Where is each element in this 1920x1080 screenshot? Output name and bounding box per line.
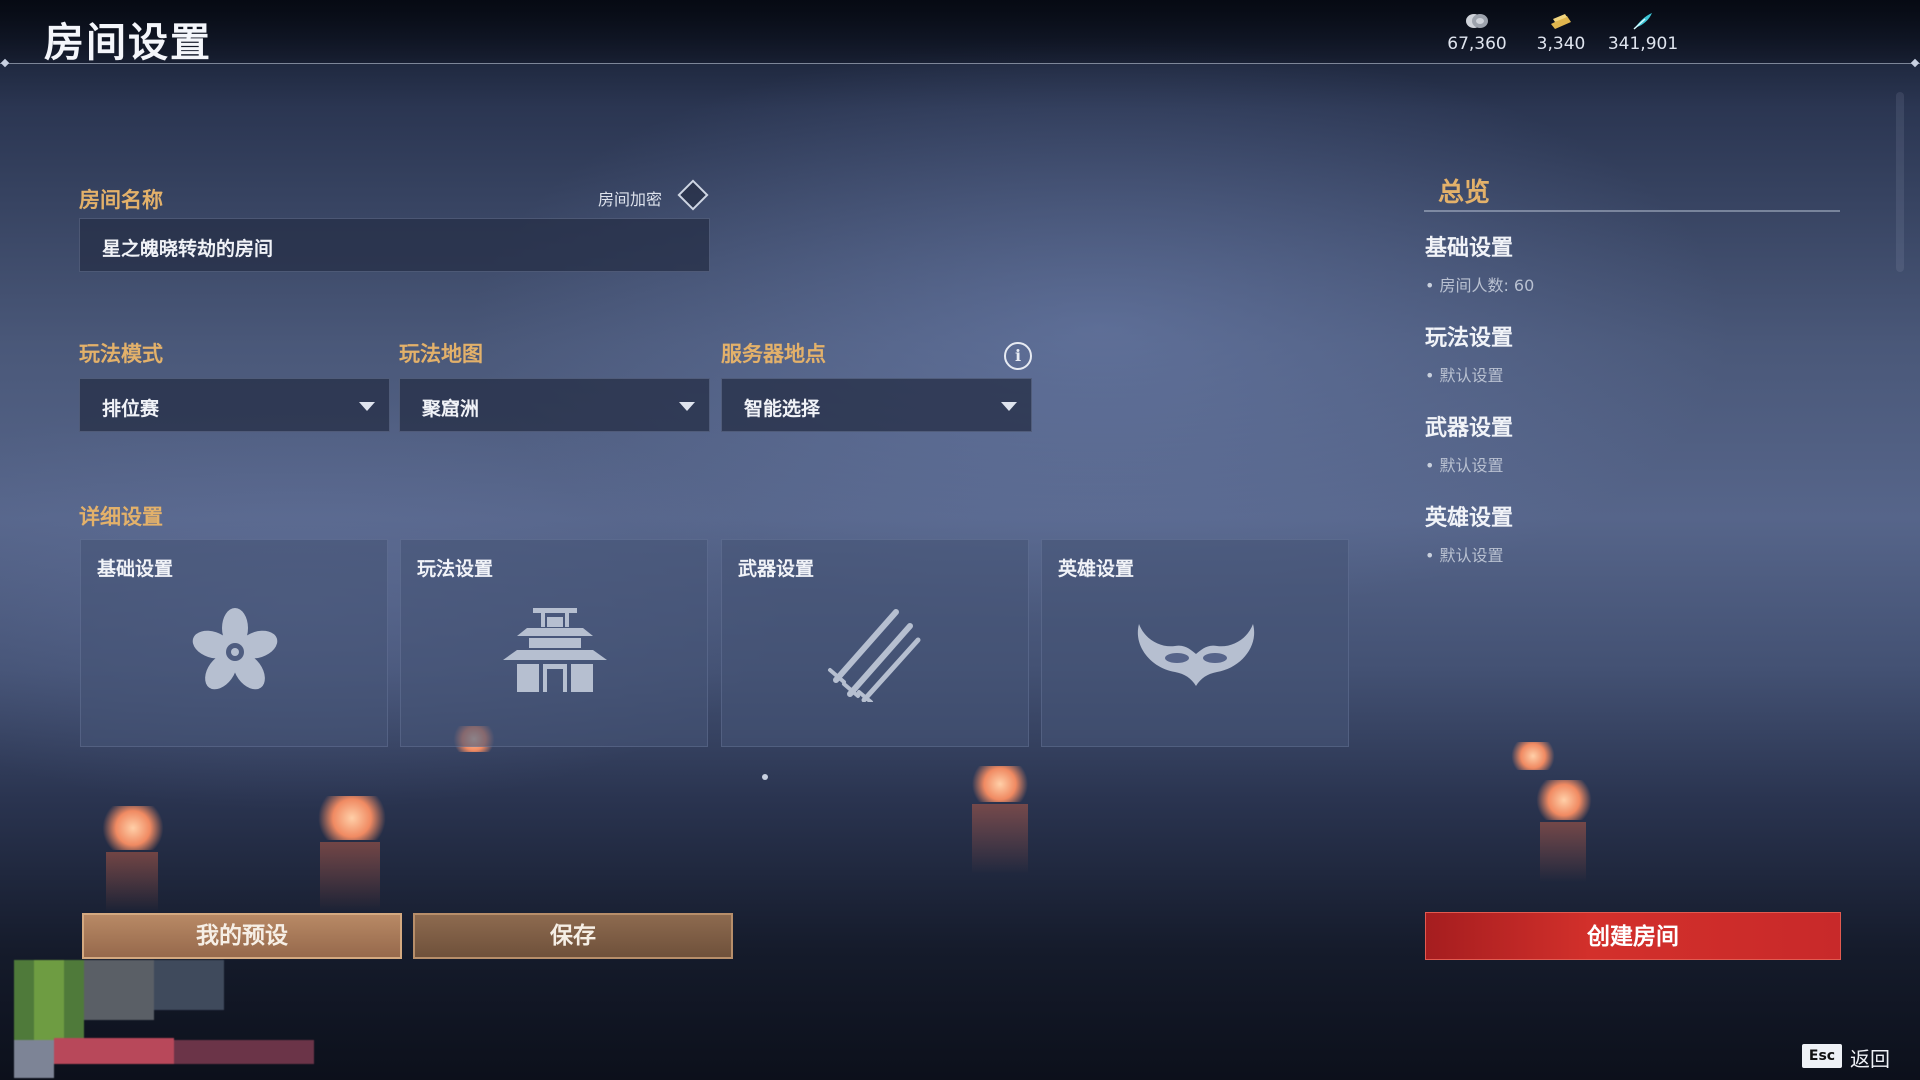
lantern [970,766,1030,802]
silver-coin-icon [1437,12,1517,32]
page-title: 房间设置 [44,20,212,66]
currency-feather: 341,901 [1603,12,1683,54]
map-label: 玩法地图 [399,342,483,366]
overview-hero-heading: 英雄设置 [1425,506,1514,531]
mask-icon [1137,602,1255,702]
overview-basic-heading: 基础设置 [1425,236,1514,261]
lantern-reflection [106,852,158,912]
lantern [1510,742,1556,770]
card-title: 玩法设置 [417,558,494,580]
scrollbar[interactable] [1896,92,1904,272]
room-name-label: 房间名称 [79,188,163,212]
back-button[interactable]: 返回 [1850,1043,1890,1072]
chevron-down-icon [359,402,375,411]
save-button[interactable]: 保存 [413,913,733,959]
currency-value: 341,901 [1607,34,1679,54]
mode-select[interactable]: 排位赛 [79,378,390,432]
overview-title: 总览 [1438,178,1491,208]
chevron-down-icon [679,402,695,411]
overview-weapon-item: 默认设置 [1425,452,1503,476]
mode-value: 排位赛 [102,398,160,420]
encrypt-label: 房间加密 [598,190,663,209]
lantern [102,806,164,850]
lantern-reflection [320,842,380,912]
overview-basic-item: 房间人数: 60 [1425,272,1534,296]
card-title: 武器设置 [738,558,815,580]
lantern-reflection [972,804,1028,874]
card-weapon-settings[interactable]: 武器设置 [721,539,1029,747]
chevron-down-icon [1001,402,1017,411]
overview-weapon-heading: 武器设置 [1425,416,1514,441]
gold-ticket-icon [1521,12,1601,32]
currency-gold: 3,340 [1521,12,1601,54]
cyan-feather-icon [1603,12,1683,32]
card-title: 英雄设置 [1058,558,1135,580]
esc-key-hint: Esc [1802,1044,1842,1068]
card-gameplay-settings[interactable]: 玩法设置 [400,539,708,747]
currency-value: 3,340 [1536,34,1586,54]
swords-icon [826,602,926,704]
details-label: 详细设置 [79,505,163,529]
overview-divider [1424,210,1840,212]
lantern [1536,780,1592,820]
avatar [14,960,314,1078]
flower-icon [185,602,285,702]
overview-gameplay-heading: 玩法设置 [1425,326,1514,351]
my-preset-button[interactable]: 我的预设 [82,913,402,959]
map-value: 聚窟洲 [422,398,480,420]
room-name-value: 星之魄晓转劫的房间 [102,238,274,260]
card-basic-settings[interactable]: 基础设置 [80,539,388,747]
create-room-button[interactable]: 创建房间 [1425,912,1841,960]
sparkle-dot [762,774,768,780]
card-hero-settings[interactable]: 英雄设置 [1041,539,1349,747]
server-select[interactable]: 智能选择 [721,378,1032,432]
currency-silver: 67,360 [1437,12,1517,54]
lantern-reflection [1540,822,1586,882]
overview-gameplay-item: 默认设置 [1425,362,1503,386]
server-label: 服务器地点 [721,342,826,366]
currency-value: 67,360 [1447,34,1507,54]
temple-icon [503,602,607,702]
card-title: 基础设置 [97,558,174,580]
overview-hero-item: 默认设置 [1425,542,1503,566]
header-divider [0,63,1920,64]
map-select[interactable]: 聚窟洲 [399,378,710,432]
server-value: 智能选择 [744,398,821,420]
room-name-input[interactable]: 星之魄晓转劫的房间 [79,218,710,272]
encrypt-toggle[interactable] [677,179,709,211]
info-icon[interactable]: i [1004,342,1032,370]
lantern [316,796,388,840]
mode-label: 玩法模式 [79,342,163,366]
